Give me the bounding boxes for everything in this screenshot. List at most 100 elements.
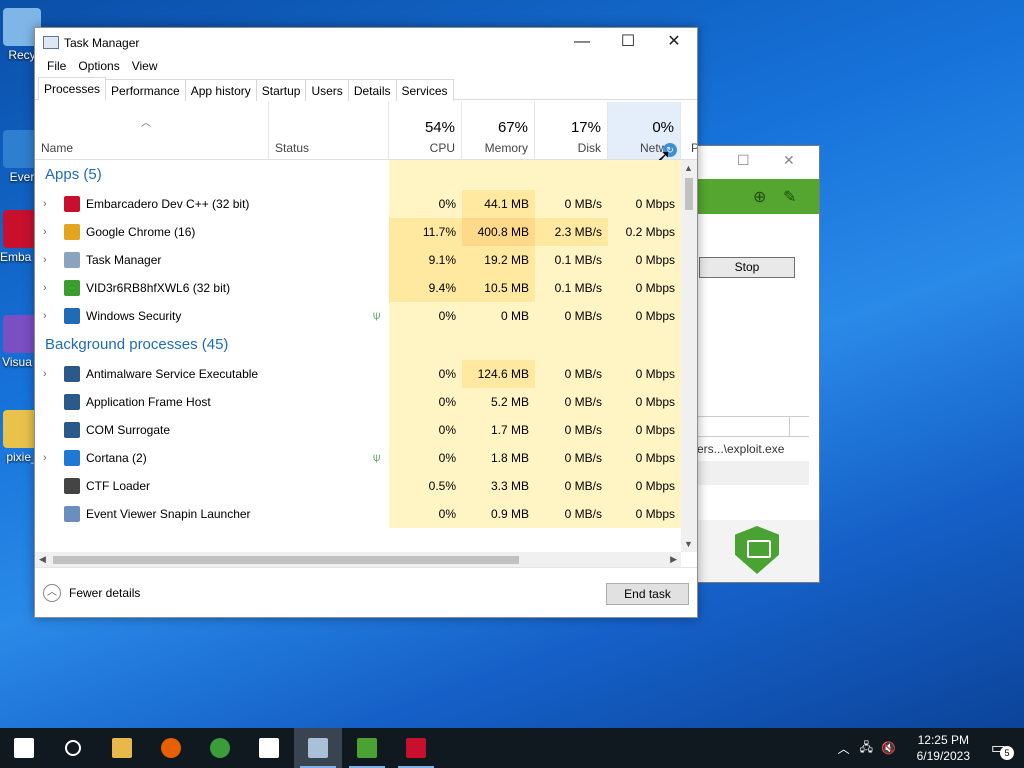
title-bar[interactable]: Task Manager — ☐ ✕: [35, 28, 697, 57]
group-cell: [462, 330, 535, 360]
scroll-left-icon[interactable]: ◀: [39, 554, 46, 565]
footer-bar: ︿ Fewer details End task: [35, 567, 697, 617]
table-row[interactable]: CTF Loader 0.5% 3.3 MB 0 MB/s 0 Mbps: [35, 472, 683, 500]
column-name[interactable]: ︿ Name: [35, 102, 269, 159]
table-row[interactable]: › VID3r6RB8hfXWL6 (32 bit) 9.4% 10.5 MB 0.1 …: [35, 274, 683, 302]
wrench-icon[interactable]: ✎: [783, 187, 796, 207]
taskbar: ︿ 🖧 🔇 12:25 PM 6/19/2023 ▭ 5: [0, 728, 1024, 768]
vertical-scrollbar[interactable]: ▲ ▼: [681, 160, 697, 552]
taskbar-button[interactable]: [294, 728, 342, 768]
event-viewer-icon: [64, 506, 80, 522]
vid-app-icon: [357, 738, 377, 758]
menu-view[interactable]: View: [126, 57, 164, 77]
tab-processes[interactable]: Processes: [38, 77, 107, 101]
disk-cell: 0 MB/s: [535, 190, 608, 218]
group-label: Background processes (45): [45, 336, 229, 353]
tab-performance[interactable]: Performance: [105, 79, 186, 101]
tab-startup[interactable]: Startup: [255, 79, 307, 101]
clock-time: 12:25 PM: [917, 733, 969, 747]
group-cell: [535, 330, 608, 360]
globe-icon[interactable]: ⊕: [753, 187, 766, 207]
disk-cell: 0 MB/s: [535, 472, 608, 500]
chevron-right-icon[interactable]: ›: [43, 190, 47, 218]
horizontal-scroll-thumb[interactable]: [53, 556, 519, 564]
taskbar-button[interactable]: [98, 728, 146, 768]
system-tray: ︿ 🖧 🔇: [838, 728, 896, 768]
column-power-partial[interactable]: P: [681, 102, 697, 159]
bg-close-icon[interactable]: ✕: [783, 152, 795, 169]
volume-muted-icon[interactable]: 🔇: [881, 741, 896, 755]
column-cpu[interactable]: 54% CPU: [389, 102, 462, 159]
table-row[interactable]: › Antimalware Service Executable 0% 124.6 M…: [35, 360, 683, 388]
table-row[interactable]: › Task Manager 9.1% 19.2 MB 0.1 MB/s 0 Mbps: [35, 246, 683, 274]
cpu-cell: 0%: [389, 500, 462, 528]
bg-maximize-icon[interactable]: ☐: [737, 152, 750, 169]
stop-button[interactable]: Stop: [699, 257, 795, 278]
memory-cell: 44.1 MB: [462, 190, 535, 218]
taskbar-button[interactable]: [245, 728, 293, 768]
taskbar-button[interactable]: [343, 728, 391, 768]
group-cell: [389, 160, 462, 190]
tab-details[interactable]: Details: [347, 79, 397, 101]
group-header[interactable]: Background processes (45): [35, 330, 683, 360]
background-app-window[interactable]: ☐ ✕ ⊕ ✎ Stop ers...\exploit.exe: [690, 145, 820, 583]
network-cell: 0 Mbps: [608, 472, 681, 500]
chevron-right-icon[interactable]: ›: [43, 274, 47, 302]
menu-file[interactable]: File: [41, 57, 72, 77]
chevron-right-icon[interactable]: ›: [43, 302, 47, 330]
column-disk[interactable]: 17% Disk: [535, 102, 608, 159]
chevron-right-icon[interactable]: ›: [43, 246, 47, 274]
column-memory[interactable]: 67% Memory: [462, 102, 535, 159]
table-row[interactable]: COM Surrogate 0% 1.7 MB 0 MB/s 0 Mbps: [35, 416, 683, 444]
table-row[interactable]: Application Frame Host 0% 5.2 MB 0 MB/s 0 Mb…: [35, 388, 683, 416]
close-button[interactable]: ✕: [651, 28, 697, 57]
tab-strip: Processes Performance App history Startup Us…: [35, 77, 697, 101]
fewer-details-button[interactable]: ︿ Fewer details: [43, 584, 140, 602]
action-center-button[interactable]: ▭ 5: [991, 728, 1014, 768]
windows-security-icon: [64, 308, 80, 324]
tab-users[interactable]: Users: [305, 79, 349, 101]
memory-cell: 10.5 MB: [462, 274, 535, 302]
fewer-details-label: Fewer details: [69, 586, 141, 600]
memory-cell: 3.3 MB: [462, 472, 535, 500]
table-row[interactable]: › Google Chrome (16) 11.7% 400.8 MB 2.3 MB/s…: [35, 218, 683, 246]
cpu-cell: 0.5%: [389, 472, 462, 500]
process-name: VID3r6RB8hfXWL6 (32 bit): [86, 281, 231, 295]
taskbar-button[interactable]: [147, 728, 195, 768]
table-row[interactable]: › Cortana (2) ⍦ 0% 1.8 MB 0 MB/s 0 Mbps: [35, 444, 683, 472]
chevron-right-icon[interactable]: ›: [43, 218, 47, 246]
scroll-right-icon[interactable]: ▶: [670, 554, 677, 565]
chevron-right-icon[interactable]: ›: [43, 444, 47, 472]
taskbar-button[interactable]: [392, 728, 440, 768]
chevron-right-icon[interactable]: ›: [43, 360, 47, 388]
disk-cell: 0 MB/s: [535, 500, 608, 528]
table-row[interactable]: › Windows Security ⍦ 0% 0 MB 0 MB/s 0 Mbps: [35, 302, 683, 330]
disk-cell: 0 MB/s: [535, 360, 608, 388]
taskbar-button[interactable]: [0, 728, 48, 768]
minimize-button[interactable]: —: [559, 28, 605, 57]
end-task-button[interactable]: End task: [606, 583, 689, 605]
chevron-up-icon[interactable]: ︿: [838, 740, 850, 757]
process-name: COM Surrogate: [86, 423, 171, 437]
taskbar-button[interactable]: [49, 728, 97, 768]
tab-services[interactable]: Services: [395, 79, 454, 101]
network-cell: 0 Mbps: [608, 360, 681, 388]
vertical-scroll-thumb[interactable]: [685, 178, 693, 210]
bg-window-titlebar[interactable]: ☐ ✕: [691, 146, 819, 176]
cpu-cell: 11.7%: [389, 218, 462, 246]
scroll-up-icon[interactable]: ▲: [684, 163, 693, 173]
taskbar-button[interactable]: [196, 728, 244, 768]
tab-app-history[interactable]: App history: [184, 79, 257, 101]
scroll-down-icon[interactable]: ▼: [684, 539, 693, 549]
table-row[interactable]: Event Viewer Snapin Launcher 0% 0.9 MB 0 MB…: [35, 500, 683, 528]
column-status[interactable]: Status: [269, 102, 389, 159]
menu-options[interactable]: Options: [72, 57, 125, 77]
network-icon[interactable]: 🖧: [860, 738, 873, 759]
bg-list-item[interactable]: ers...\exploit.exe: [691, 437, 809, 461]
clock[interactable]: 12:25 PM 6/19/2023: [917, 732, 970, 764]
process-name: Cortana (2): [86, 451, 147, 465]
horizontal-scrollbar[interactable]: ◀ ▶: [35, 552, 681, 568]
group-header[interactable]: Apps (5): [35, 160, 683, 190]
maximize-button[interactable]: ☐: [605, 28, 651, 57]
table-row[interactable]: › Embarcadero Dev C++ (32 bit) 0% 44.1 MB 0 …: [35, 190, 683, 218]
